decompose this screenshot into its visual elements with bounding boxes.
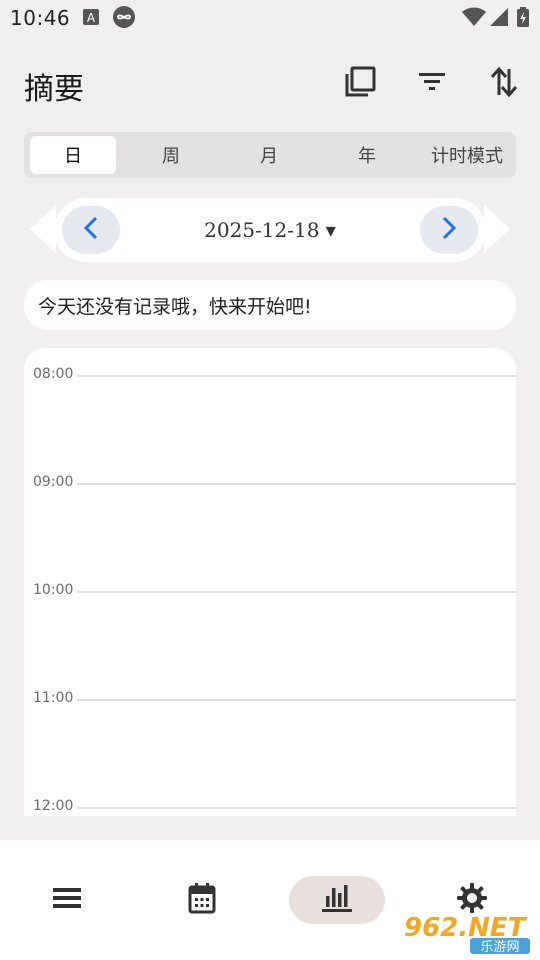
hour-row: 09:00	[24, 474, 516, 494]
swipe-next-indicator	[484, 205, 510, 253]
calendar-icon	[188, 882, 216, 918]
wifi-icon	[462, 7, 486, 27]
chevron-right-icon	[439, 215, 459, 245]
infinity-icon	[112, 5, 136, 29]
svg-text:A: A	[87, 11, 96, 25]
battery-charging-icon	[517, 7, 529, 27]
swipe-prev-indicator	[30, 205, 56, 253]
hour-row: 10:00	[24, 582, 516, 602]
tab-day[interactable]: 日	[30, 136, 116, 174]
hour-label: 08:00	[33, 366, 74, 382]
list-icon	[52, 886, 82, 914]
date-navigator: 2025-12-18 ▾	[54, 198, 486, 262]
sort-icon	[489, 65, 519, 103]
page-title: 摘要	[24, 72, 84, 107]
empty-state-card: 今天还没有记录哦，快来开始吧!	[24, 280, 516, 330]
hour-label: 09:00	[33, 474, 74, 490]
nav-statistics[interactable]	[289, 876, 385, 924]
timeline[interactable]: 08:00 09:00 10:00 11:00 12:00	[24, 348, 516, 816]
hour-label: 12:00	[33, 798, 74, 814]
hour-divider	[77, 807, 516, 809]
tab-year[interactable]: 年	[324, 136, 410, 174]
a-notification-icon: A	[81, 7, 101, 27]
hour-divider	[77, 699, 516, 701]
status-time: 10:46	[10, 6, 71, 30]
copy-icon	[343, 65, 377, 103]
filter-icon	[417, 67, 447, 101]
hour-divider	[77, 591, 516, 593]
tab-timer-mode[interactable]: 计时模式	[422, 136, 512, 174]
hour-label: 10:00	[33, 582, 74, 598]
status-bar: 10:46 A	[0, 0, 540, 36]
signal-icon	[489, 7, 509, 27]
hour-row: 11:00	[24, 690, 516, 710]
hour-label: 11:00	[33, 690, 74, 706]
tab-week[interactable]: 周	[128, 136, 214, 174]
hour-divider	[77, 375, 516, 377]
filter-button[interactable]	[414, 66, 450, 102]
bar-chart-icon	[321, 884, 353, 916]
nav-calendar[interactable]	[154, 876, 250, 924]
next-day-button[interactable]	[420, 206, 478, 254]
tab-month[interactable]: 月	[226, 136, 312, 174]
empty-state-message: 今天还没有记录哦，快来开始吧!	[38, 295, 312, 318]
prev-day-button[interactable]	[62, 206, 120, 254]
watermark-logo: 962.NET 乐游网	[400, 908, 536, 956]
hour-row: 08:00	[24, 366, 516, 386]
nav-list[interactable]	[19, 876, 115, 924]
copy-button[interactable]	[342, 66, 378, 102]
watermark-bottom-text: 乐游网	[480, 940, 519, 955]
chevron-left-icon	[81, 215, 101, 245]
hour-divider	[77, 483, 516, 485]
hour-row: 12:00	[24, 798, 516, 816]
sort-button[interactable]	[486, 66, 522, 102]
period-tabs: 日 周 月 年 计时模式	[24, 132, 516, 178]
